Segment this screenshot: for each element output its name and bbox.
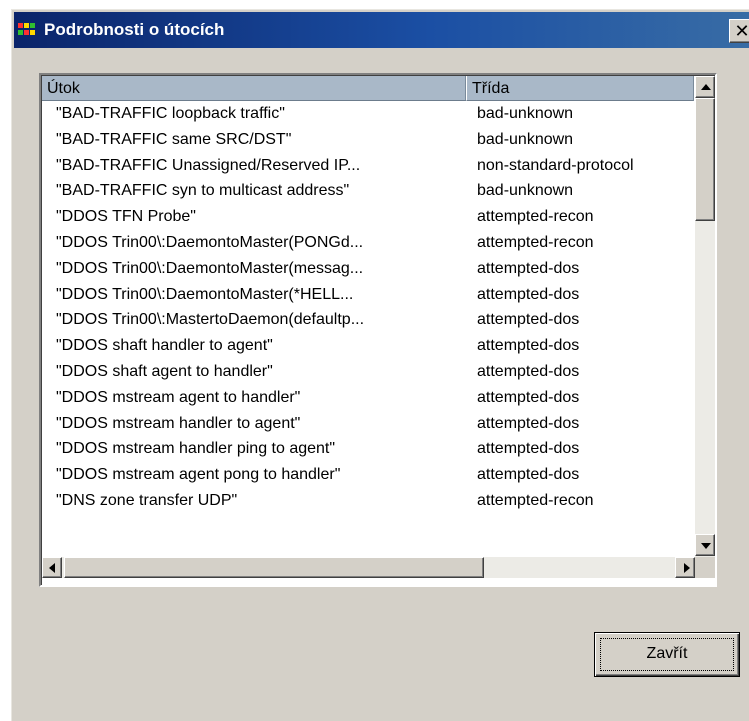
attack-name-cell: "DDOS Trin00\:DaemontoMaster(PONGd... [56,233,364,251]
arrow-right-icon [684,563,690,573]
attack-name-cell: "DDOS shaft agent to handler" [56,362,273,380]
vertical-scrollbar[interactable] [695,76,715,557]
scrollbar-corner [695,557,715,578]
close-button-label: Zavřít [646,645,688,662]
attack-name-cell: "DDOS Trin00\:MastertoDaemon(defaultp... [56,311,365,329]
list-row[interactable]: "DDOS TFN Probe" attempted-recon [42,204,694,230]
list-row[interactable]: "DDOS mstream handler to agent" attempted… [42,411,694,437]
attack-name-cell: "DDOS mstream agent pong to handler" [56,466,341,484]
list-rows: "BAD-TRAFFIC loopback traffic" bad-unknow… [42,101,694,577]
attack-name-cell: "DDOS TFN Probe" [56,208,196,226]
list-row[interactable]: "DDOS shaft handler to agent" attempted-d… [42,333,694,359]
attack-name-cell: "BAD-TRAFFIC Unassigned/Reserved IP... [56,156,361,174]
attack-class-cell: attempted-dos [477,440,580,458]
attack-name-cell: "DDOS mstream handler to agent" [56,414,301,432]
scroll-up-button[interactable] [695,76,715,98]
attack-name-cell: "BAD-TRAFFIC loopback traffic" [56,105,285,122]
column-header-attack[interactable]: Útok [42,76,467,101]
attack-class-cell: attempted-recon [477,233,594,251]
list-row[interactable]: "DDOS mstream handler ping to agent" atte… [42,436,694,462]
dialog-window: Podrobnosti o útocích ✕ Útok Třída "BAD-… [10,8,749,721]
attack-name-cell: "BAD-TRAFFIC syn to multicast address" [56,182,350,200]
list-row[interactable]: "BAD-TRAFFIC syn to multicast address" ba… [42,178,694,204]
list-row[interactable]: "DDOS mstream agent to handler" attempted… [42,385,694,411]
scroll-down-button[interactable] [695,534,715,556]
attack-class-cell: attempted-dos [477,466,580,484]
attack-class-cell: attempted-dos [477,311,580,329]
window-title: Podrobnosti o útocích [44,20,225,39]
close-icon[interactable]: ✕ [729,19,749,43]
app-icon [18,23,35,35]
attack-class-cell: non-standard-protocol [477,156,634,174]
attack-class-cell: attempted-dos [477,259,580,277]
close-button[interactable]: Zavřít [594,632,740,677]
list-row[interactable]: "DDOS Trin00\:DaemontoMaster(*HELL... att… [42,282,694,308]
scroll-left-button[interactable] [42,557,62,578]
list-row[interactable]: "DDOS Trin00\:DaemontoMaster(PONGd... att… [42,230,694,256]
horizontal-scrollbar[interactable] [42,557,695,578]
list-row[interactable]: "DDOS Trin00\:MastertoDaemon(defaultp...… [42,307,694,333]
column-header-class[interactable]: Třída [467,76,694,101]
vertical-scroll-thumb[interactable] [695,98,715,221]
attack-class-cell: attempted-recon [477,208,594,226]
scroll-right-button[interactable] [675,557,695,578]
attack-class-cell: attempted-dos [477,414,580,432]
list-row[interactable]: "BAD-TRAFFIC loopback traffic" bad-unknow… [42,101,694,127]
attack-class-cell: bad-unknown [477,182,574,200]
attack-class-cell: attempted-dos [477,337,580,355]
attack-class-cell: bad-unknown [477,130,574,148]
attack-class-cell: attempted-dos [477,388,580,406]
attack-class-cell: attempted-dos [477,362,580,380]
attack-name-cell: "DDOS mstream handler ping to agent" [56,440,336,458]
attack-list[interactable]: Útok Třída "BAD-TRAFFIC loopback traffic… [39,73,717,587]
attack-class-cell: attempted-dos [477,285,580,303]
list-row[interactable]: "BAD-TRAFFIC same SRC/DST" bad-unknown [42,127,694,153]
attack-class-cell: bad-unknown [477,105,574,122]
arrow-left-icon [49,563,55,573]
horizontal-scroll-thumb[interactable] [64,557,484,578]
attack-name-cell: "DNS zone transfer UDP" [56,491,238,509]
list-row[interactable]: "DDOS shaft agent to handler" attempted-d… [42,359,694,385]
attack-class-cell: attempted-recon [477,491,594,509]
list-row[interactable]: "BAD-TRAFFIC Unassigned/Reserved IP... no… [42,153,694,179]
attack-name-cell: "DDOS Trin00\:DaemontoMaster(*HELL... [56,285,354,303]
list-row[interactable]: "DNS zone transfer UDP" attempted-recon [42,488,694,514]
list-row[interactable]: "DDOS Trin00\:DaemontoMaster(messag... at… [42,256,694,282]
title-bar: Podrobnosti o útocích ✕ [14,12,749,48]
attack-name-cell: "DDOS Trin00\:DaemontoMaster(messag... [56,259,364,277]
attack-name-cell: "DDOS mstream agent to handler" [56,388,301,406]
arrow-down-icon [701,543,711,549]
attack-name-cell: "DDOS shaft handler to agent" [56,337,273,355]
list-header: Útok Třída [42,76,694,101]
attack-name-cell: "BAD-TRAFFIC same SRC/DST" [56,130,292,148]
list-row[interactable]: "DDOS mstream agent pong to handler" atte… [42,462,694,488]
arrow-up-icon [701,84,711,90]
